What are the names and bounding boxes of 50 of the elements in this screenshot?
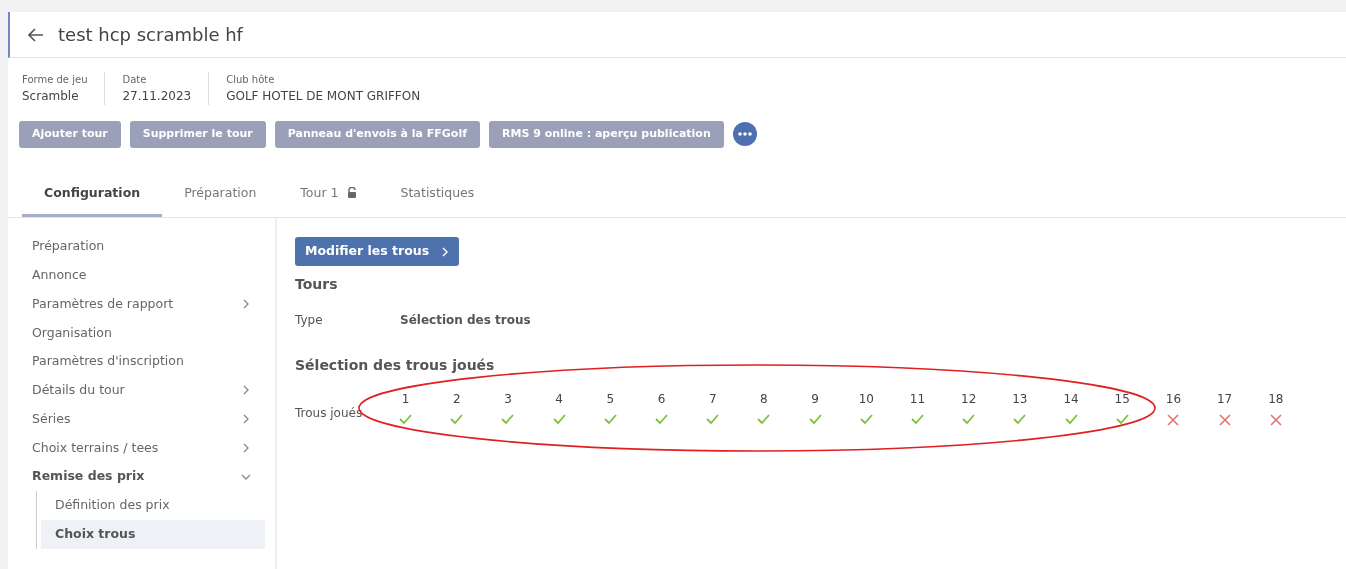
section-title: Tours <box>295 275 339 294</box>
more-button[interactable] <box>732 122 757 147</box>
hole-number: 17 <box>1216 391 1233 408</box>
info-value: Scramble <box>22 88 80 105</box>
hole-number: 12 <box>961 391 977 408</box>
info-value: 27.11.2023 <box>122 88 192 105</box>
sidebar-item[interactable]: Séries <box>22 404 261 434</box>
hole-number: 11 <box>909 391 926 408</box>
hole-number: 10 <box>858 391 874 408</box>
hole-number: 2 <box>452 391 461 408</box>
hole-number: 5 <box>606 391 615 408</box>
hole-number: 14 <box>1063 391 1079 408</box>
tab[interactable]: Préparation <box>162 173 279 218</box>
hole-number: 4 <box>555 391 563 408</box>
edit-holes-button[interactable]: Modifier les trous <box>295 237 460 266</box>
hole-number: 3 <box>504 391 512 408</box>
sidebar-item[interactable]: Organisation <box>22 318 261 348</box>
tab[interactable]: Configuration <box>22 173 163 218</box>
field-label: Trous joués <box>295 405 364 422</box>
page-title: test hcp scramble hf <box>58 23 243 46</box>
hole-number: 7 <box>708 391 717 408</box>
hole-number: 6 <box>657 391 666 408</box>
more-dots-icon <box>737 132 752 137</box>
hole-number: 18 <box>1268 391 1284 408</box>
hole-number: 9 <box>811 391 819 408</box>
sidebar-subitem[interactable]: Choix trous <box>41 519 265 549</box>
hole-number: 16 <box>1165 391 1182 408</box>
sidebar-item[interactable]: Paramètres d'inscription <box>22 347 261 376</box>
tab[interactable]: Tour 1 <box>278 173 379 218</box>
info-label: Forme de jeu <box>22 73 88 87</box>
sidebar-item[interactable]: Annonce <box>22 261 261 290</box>
chevron-right-icon <box>441 246 450 257</box>
field-value: Sélection des trous <box>400 312 531 329</box>
hole-number: 1 <box>401 391 410 408</box>
sidebar-subitem[interactable]: Définition des prix <box>41 491 265 520</box>
sidebar-item[interactable]: Remise des prix <box>22 462 261 491</box>
field-label: Type <box>295 312 324 329</box>
sidebar-item[interactable]: Choix terrains / tees <box>22 433 261 463</box>
info-value: GOLF HOTEL DE MONT GRIFFON <box>226 88 421 105</box>
hole-number: 15 <box>1114 391 1130 408</box>
back-arrow-icon <box>28 28 44 42</box>
tab[interactable]: Statistiques <box>378 173 497 218</box>
sidebar-item[interactable]: Paramètres de rapport <box>22 289 261 319</box>
info-label: Date <box>122 73 148 87</box>
hole-number: 13 <box>1012 391 1028 408</box>
sidebar-item[interactable]: Préparation <box>22 232 261 261</box>
hole-number: 8 <box>760 391 768 408</box>
section-title: Sélection des trous joués <box>295 356 496 375</box>
sidebar-item[interactable]: Détails du tour <box>22 376 261 405</box>
info-label: Club hôte <box>226 73 276 87</box>
